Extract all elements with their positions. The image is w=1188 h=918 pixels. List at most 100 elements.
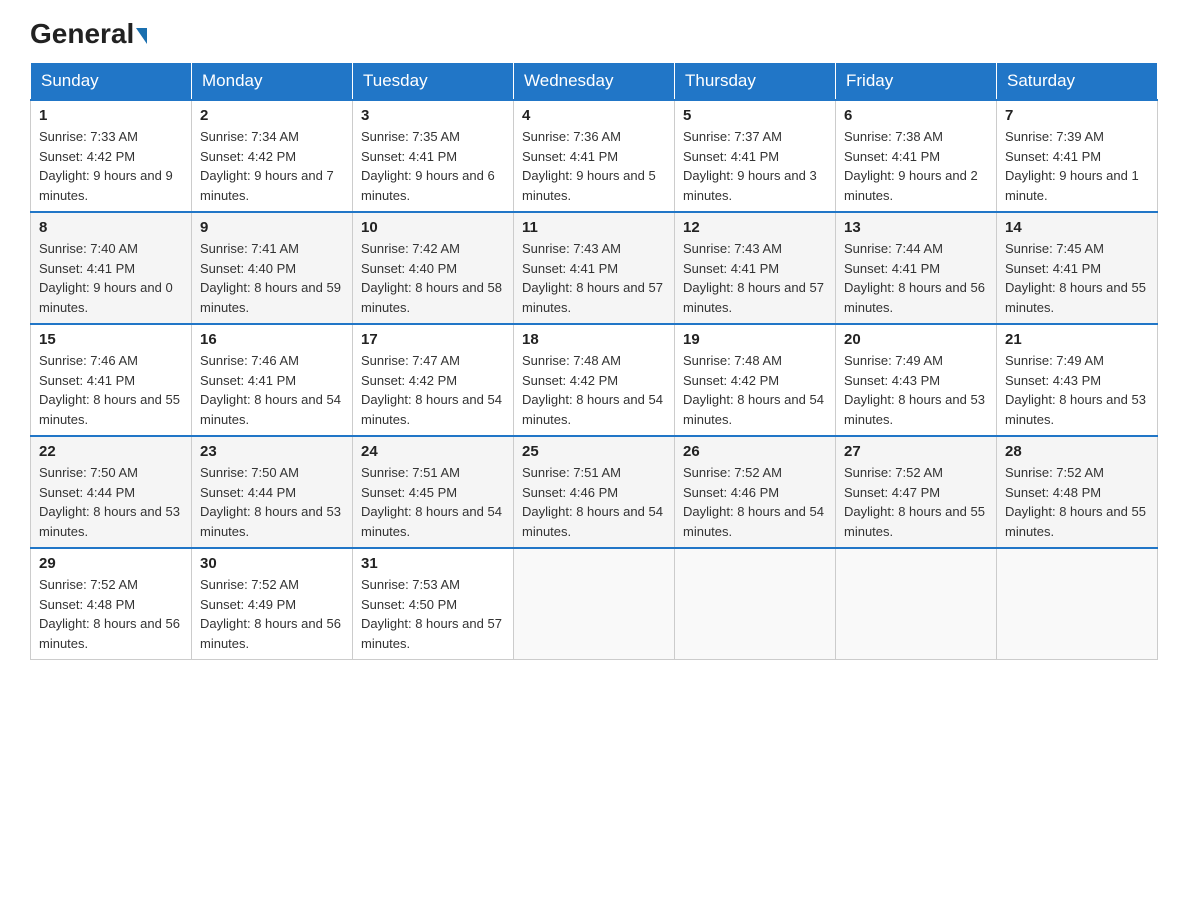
calendar-cell: 30 Sunrise: 7:52 AM Sunset: 4:49 PM Dayl… [192, 548, 353, 660]
day-number: 3 [361, 107, 505, 124]
calendar-cell: 4 Sunrise: 7:36 AM Sunset: 4:41 PM Dayli… [514, 100, 675, 212]
day-info: Sunrise: 7:52 AM Sunset: 4:47 PM Dayligh… [844, 463, 988, 541]
calendar-cell: 12 Sunrise: 7:43 AM Sunset: 4:41 PM Dayl… [675, 212, 836, 324]
day-info: Sunrise: 7:49 AM Sunset: 4:43 PM Dayligh… [1005, 351, 1149, 429]
day-number: 4 [522, 107, 666, 124]
calendar-cell: 9 Sunrise: 7:41 AM Sunset: 4:40 PM Dayli… [192, 212, 353, 324]
calendar-cell: 5 Sunrise: 7:37 AM Sunset: 4:41 PM Dayli… [675, 100, 836, 212]
calendar-cell: 20 Sunrise: 7:49 AM Sunset: 4:43 PM Dayl… [836, 324, 997, 436]
calendar-cell: 16 Sunrise: 7:46 AM Sunset: 4:41 PM Dayl… [192, 324, 353, 436]
day-info: Sunrise: 7:35 AM Sunset: 4:41 PM Dayligh… [361, 127, 505, 205]
day-info: Sunrise: 7:50 AM Sunset: 4:44 PM Dayligh… [39, 463, 183, 541]
day-header-wednesday: Wednesday [514, 63, 675, 101]
calendar-cell: 19 Sunrise: 7:48 AM Sunset: 4:42 PM Dayl… [675, 324, 836, 436]
day-number: 25 [522, 443, 666, 460]
calendar-cell: 28 Sunrise: 7:52 AM Sunset: 4:48 PM Dayl… [997, 436, 1158, 548]
calendar-cell: 23 Sunrise: 7:50 AM Sunset: 4:44 PM Dayl… [192, 436, 353, 548]
day-info: Sunrise: 7:37 AM Sunset: 4:41 PM Dayligh… [683, 127, 827, 205]
day-number: 23 [200, 443, 344, 460]
calendar-table: SundayMondayTuesdayWednesdayThursdayFrid… [30, 62, 1158, 660]
day-number: 17 [361, 331, 505, 348]
week-row-1: 1 Sunrise: 7:33 AM Sunset: 4:42 PM Dayli… [31, 100, 1158, 212]
day-info: Sunrise: 7:36 AM Sunset: 4:41 PM Dayligh… [522, 127, 666, 205]
day-info: Sunrise: 7:38 AM Sunset: 4:41 PM Dayligh… [844, 127, 988, 205]
day-number: 6 [844, 107, 988, 124]
calendar-cell: 3 Sunrise: 7:35 AM Sunset: 4:41 PM Dayli… [353, 100, 514, 212]
day-info: Sunrise: 7:49 AM Sunset: 4:43 PM Dayligh… [844, 351, 988, 429]
day-info: Sunrise: 7:52 AM Sunset: 4:49 PM Dayligh… [200, 575, 344, 653]
calendar-cell: 11 Sunrise: 7:43 AM Sunset: 4:41 PM Dayl… [514, 212, 675, 324]
day-number: 31 [361, 555, 505, 572]
day-number: 14 [1005, 219, 1149, 236]
day-number: 18 [522, 331, 666, 348]
day-info: Sunrise: 7:34 AM Sunset: 4:42 PM Dayligh… [200, 127, 344, 205]
calendar-cell: 2 Sunrise: 7:34 AM Sunset: 4:42 PM Dayli… [192, 100, 353, 212]
day-info: Sunrise: 7:40 AM Sunset: 4:41 PM Dayligh… [39, 239, 183, 317]
day-info: Sunrise: 7:42 AM Sunset: 4:40 PM Dayligh… [361, 239, 505, 317]
day-number: 26 [683, 443, 827, 460]
day-number: 1 [39, 107, 183, 124]
day-header-monday: Monday [192, 63, 353, 101]
day-number: 15 [39, 331, 183, 348]
calendar-cell: 10 Sunrise: 7:42 AM Sunset: 4:40 PM Dayl… [353, 212, 514, 324]
day-info: Sunrise: 7:44 AM Sunset: 4:41 PM Dayligh… [844, 239, 988, 317]
day-info: Sunrise: 7:51 AM Sunset: 4:45 PM Dayligh… [361, 463, 505, 541]
calendar-cell: 27 Sunrise: 7:52 AM Sunset: 4:47 PM Dayl… [836, 436, 997, 548]
calendar-cell: 22 Sunrise: 7:50 AM Sunset: 4:44 PM Dayl… [31, 436, 192, 548]
day-info: Sunrise: 7:50 AM Sunset: 4:44 PM Dayligh… [200, 463, 344, 541]
day-header-friday: Friday [836, 63, 997, 101]
page-header: General [30, 20, 1158, 44]
calendar-cell: 17 Sunrise: 7:47 AM Sunset: 4:42 PM Dayl… [353, 324, 514, 436]
day-info: Sunrise: 7:53 AM Sunset: 4:50 PM Dayligh… [361, 575, 505, 653]
calendar-cell [997, 548, 1158, 660]
day-info: Sunrise: 7:52 AM Sunset: 4:48 PM Dayligh… [1005, 463, 1149, 541]
day-number: 27 [844, 443, 988, 460]
calendar-header-row: SundayMondayTuesdayWednesdayThursdayFrid… [31, 63, 1158, 101]
day-info: Sunrise: 7:52 AM Sunset: 4:46 PM Dayligh… [683, 463, 827, 541]
day-header-thursday: Thursday [675, 63, 836, 101]
day-info: Sunrise: 7:52 AM Sunset: 4:48 PM Dayligh… [39, 575, 183, 653]
calendar-cell: 7 Sunrise: 7:39 AM Sunset: 4:41 PM Dayli… [997, 100, 1158, 212]
calendar-cell: 13 Sunrise: 7:44 AM Sunset: 4:41 PM Dayl… [836, 212, 997, 324]
day-info: Sunrise: 7:43 AM Sunset: 4:41 PM Dayligh… [683, 239, 827, 317]
day-info: Sunrise: 7:46 AM Sunset: 4:41 PM Dayligh… [39, 351, 183, 429]
day-number: 29 [39, 555, 183, 572]
calendar-cell: 6 Sunrise: 7:38 AM Sunset: 4:41 PM Dayli… [836, 100, 997, 212]
day-number: 2 [200, 107, 344, 124]
day-number: 22 [39, 443, 183, 460]
week-row-3: 15 Sunrise: 7:46 AM Sunset: 4:41 PM Dayl… [31, 324, 1158, 436]
day-info: Sunrise: 7:46 AM Sunset: 4:41 PM Dayligh… [200, 351, 344, 429]
calendar-cell: 14 Sunrise: 7:45 AM Sunset: 4:41 PM Dayl… [997, 212, 1158, 324]
day-info: Sunrise: 7:48 AM Sunset: 4:42 PM Dayligh… [683, 351, 827, 429]
day-number: 7 [1005, 107, 1149, 124]
day-number: 28 [1005, 443, 1149, 460]
logo-text: General [30, 20, 147, 48]
day-number: 16 [200, 331, 344, 348]
calendar-cell: 25 Sunrise: 7:51 AM Sunset: 4:46 PM Dayl… [514, 436, 675, 548]
calendar-cell [836, 548, 997, 660]
calendar-cell: 15 Sunrise: 7:46 AM Sunset: 4:41 PM Dayl… [31, 324, 192, 436]
calendar-cell [514, 548, 675, 660]
day-number: 8 [39, 219, 183, 236]
day-number: 11 [522, 219, 666, 236]
calendar-cell [675, 548, 836, 660]
day-number: 10 [361, 219, 505, 236]
calendar-cell: 21 Sunrise: 7:49 AM Sunset: 4:43 PM Dayl… [997, 324, 1158, 436]
day-number: 9 [200, 219, 344, 236]
week-row-4: 22 Sunrise: 7:50 AM Sunset: 4:44 PM Dayl… [31, 436, 1158, 548]
calendar-cell: 31 Sunrise: 7:53 AM Sunset: 4:50 PM Dayl… [353, 548, 514, 660]
calendar-cell: 8 Sunrise: 7:40 AM Sunset: 4:41 PM Dayli… [31, 212, 192, 324]
day-header-saturday: Saturday [997, 63, 1158, 101]
day-info: Sunrise: 7:48 AM Sunset: 4:42 PM Dayligh… [522, 351, 666, 429]
calendar-cell: 18 Sunrise: 7:48 AM Sunset: 4:42 PM Dayl… [514, 324, 675, 436]
day-header-sunday: Sunday [31, 63, 192, 101]
day-number: 13 [844, 219, 988, 236]
day-info: Sunrise: 7:41 AM Sunset: 4:40 PM Dayligh… [200, 239, 344, 317]
calendar-cell: 26 Sunrise: 7:52 AM Sunset: 4:46 PM Dayl… [675, 436, 836, 548]
week-row-5: 29 Sunrise: 7:52 AM Sunset: 4:48 PM Dayl… [31, 548, 1158, 660]
day-info: Sunrise: 7:45 AM Sunset: 4:41 PM Dayligh… [1005, 239, 1149, 317]
day-header-tuesday: Tuesday [353, 63, 514, 101]
calendar-cell: 1 Sunrise: 7:33 AM Sunset: 4:42 PM Dayli… [31, 100, 192, 212]
day-number: 30 [200, 555, 344, 572]
week-row-2: 8 Sunrise: 7:40 AM Sunset: 4:41 PM Dayli… [31, 212, 1158, 324]
